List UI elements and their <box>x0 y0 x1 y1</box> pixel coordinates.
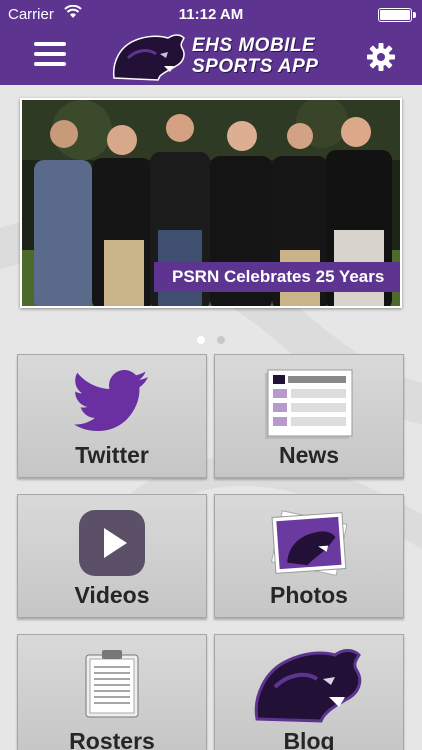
pager-dot-1[interactable] <box>197 336 205 344</box>
panther-logo-icon <box>254 649 362 723</box>
newspaper-icon <box>265 369 353 439</box>
blog-label: Blog <box>283 728 335 750</box>
banner-pager <box>0 331 422 344</box>
logo-text-line1: EHS MOBILE <box>192 35 316 56</box>
videos-tile[interactable]: Videos <box>17 494 207 618</box>
videos-label: Videos <box>74 582 150 608</box>
rosters-label: Rosters <box>69 728 155 750</box>
blog-tile[interactable]: Blog <box>214 634 404 750</box>
photo-stack-icon <box>270 510 348 576</box>
news-tile[interactable]: News <box>214 354 404 478</box>
twitter-label: Twitter <box>75 442 149 468</box>
rosters-tile[interactable]: Rosters <box>17 634 207 750</box>
twitter-tile[interactable]: Twitter <box>17 354 207 478</box>
status-bar: Carrier 11:12 AM <box>0 0 422 30</box>
battery-icon <box>378 8 416 22</box>
panther-logo-icon <box>112 34 185 81</box>
photos-tile[interactable]: Photos <box>214 494 404 618</box>
play-button-icon <box>79 510 145 576</box>
clipboard-icon <box>85 650 139 718</box>
hamburger-menu-icon[interactable] <box>34 42 66 70</box>
app-logo: EHS MOBILE SPORTS APP <box>110 32 320 84</box>
news-label: News <box>278 442 340 468</box>
twitter-bird-icon <box>74 370 148 431</box>
app-header: EHS MOBILE SPORTS APP <box>0 30 422 85</box>
pager-dot-2[interactable] <box>217 336 225 344</box>
gear-icon[interactable] <box>366 42 396 72</box>
logo-text-line2: SPORTS APP <box>192 56 319 77</box>
clock: 11:12 AM <box>178 6 244 23</box>
photos-label: Photos <box>270 582 348 608</box>
banner-caption: PSRN Celebrates 25 Years <box>154 262 400 292</box>
featured-story-banner[interactable]: PSRN Celebrates 25 Years <box>20 98 402 308</box>
